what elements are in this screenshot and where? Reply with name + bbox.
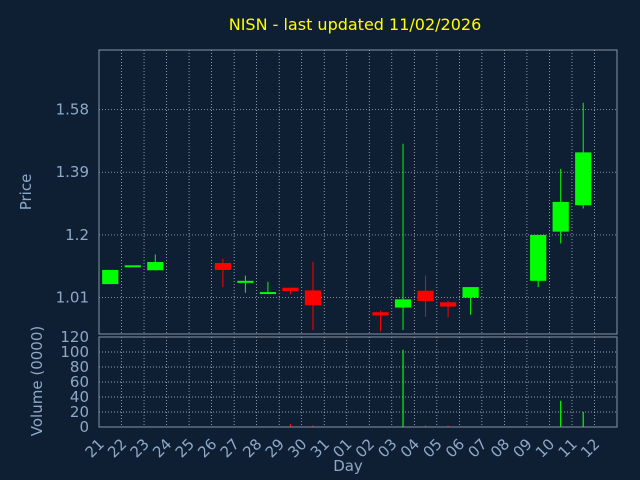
day-axis-label: Day: [333, 457, 363, 475]
price-axis-label: Price: [17, 174, 35, 211]
volume-bar: [582, 412, 584, 427]
volume-bar: [560, 400, 562, 427]
price-tick-label: 1.01: [56, 289, 89, 307]
volume-tick-label: 120: [60, 328, 89, 346]
candle-body: [237, 280, 254, 283]
candle-body: [102, 269, 119, 285]
candle-body: [259, 292, 277, 295]
price-tick-label: 1.39: [56, 163, 89, 181]
candle-body: [304, 290, 322, 306]
candle-body: [439, 302, 457, 307]
candle-body: [417, 290, 434, 301]
candle-body: [372, 312, 389, 316]
candle-body: [394, 299, 412, 308]
volume-bar: [402, 349, 404, 427]
volume-axis-label: Volume (0000): [28, 326, 46, 436]
candle-body: [552, 201, 569, 232]
candle-body: [147, 262, 164, 271]
candle-body: [124, 265, 141, 268]
candle-body: [462, 287, 479, 298]
candle-body: [530, 234, 547, 281]
candle-body: [214, 263, 231, 270]
candle-body: [575, 152, 592, 206]
chart-title: NISN - last updated 11/02/2026: [229, 15, 482, 34]
price-tick-label: 1.2: [65, 226, 89, 244]
stock-chart: NISN - last updated 11/02/2026 1.01 1.2 1.…: [0, 0, 640, 480]
price-tick-label: 1.58: [56, 100, 89, 118]
candle-body: [282, 287, 299, 292]
